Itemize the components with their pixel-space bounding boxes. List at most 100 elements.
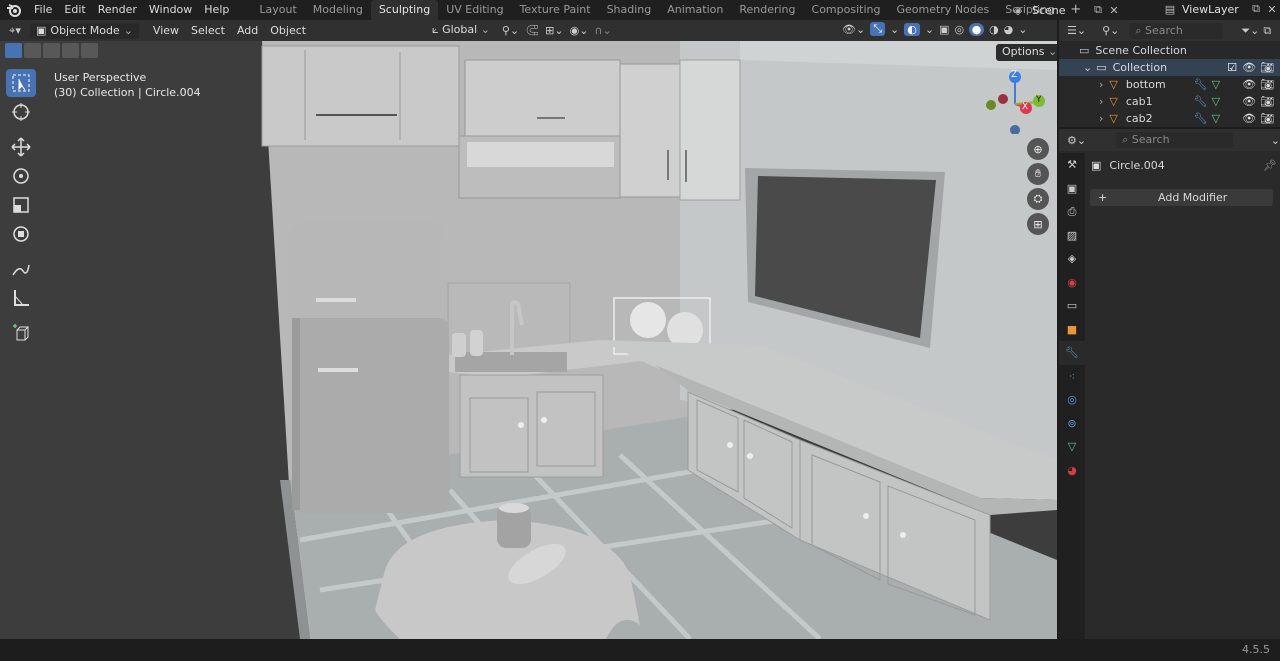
camera-icon[interactable]: 📷︎ [1260, 61, 1274, 74]
navigation-gizmo[interactable]: Z X Y [982, 68, 1048, 135]
tab-geometry-nodes[interactable]: Geometry Nodes [888, 0, 997, 20]
xray-icon[interactable]: ▣ [939, 23, 949, 36]
snap-icon[interactable]: 🧲︎ [525, 24, 539, 37]
menu-edit[interactable]: Edit [58, 0, 91, 20]
tab-tool[interactable]: ⚒ [1059, 153, 1085, 177]
eye-icon[interactable]: 👁︎ [1242, 95, 1256, 108]
gizmo-toggle-icon[interactable]: ⤡ [870, 22, 885, 36]
expand-arrow-icon[interactable]: ⌄ [1083, 61, 1092, 74]
tab-layout[interactable]: Layout [251, 0, 304, 20]
tab-collection[interactable]: ▭ [1059, 294, 1085, 318]
shading-menu-icon[interactable]: ⌄ [1018, 23, 1027, 36]
outliner-item[interactable]: › ▽ bottom 🔧︎ ▽ 👁︎ 📷︎ [1059, 76, 1280, 93]
new-view-layer-icon[interactable]: ⧉ [1248, 2, 1264, 16]
expand-arrow-icon[interactable]: › [1099, 112, 1103, 125]
overlay-menu-icon[interactable]: ⌄ [925, 23, 934, 36]
cursor-tool[interactable] [6, 98, 36, 126]
shading-solid-icon[interactable]: ● [969, 22, 985, 36]
tab-scene[interactable]: ◈ [1059, 247, 1085, 271]
tab-render[interactable]: ▣ [1059, 177, 1085, 201]
scale-tool[interactable] [6, 191, 36, 219]
outliner-scene-collection[interactable]: ▭ Scene Collection [1059, 42, 1280, 59]
menu-view[interactable]: View [147, 21, 185, 41]
tab-object[interactable]: ■ [1059, 318, 1085, 342]
menu-window[interactable]: Window [143, 0, 198, 20]
properties-editor-icon[interactable]: ⚙⌄ [1067, 134, 1086, 147]
3d-viewport[interactable]: User Perspective (30) Collection | Circl… [0, 41, 1057, 639]
select-box-tool[interactable] [6, 69, 36, 97]
outliner-item[interactable]: › ▽ cab1 🔧︎ ▽ 👁︎ 📷︎ [1059, 93, 1280, 110]
add-cube-tool[interactable] [6, 319, 36, 347]
view-layer-name[interactable]: ViewLayer [1178, 3, 1248, 16]
filter-icon[interactable]: ⏷⌄ [1241, 24, 1259, 38]
ortho-toggle-button[interactable]: ⊞ [1027, 213, 1049, 235]
tab-rendering[interactable]: Rendering [731, 0, 803, 20]
select-invert-icon[interactable] [81, 43, 98, 58]
new-collection-icon[interactable]: ⧉ [1263, 24, 1271, 38]
select-extend-icon[interactable] [24, 43, 41, 58]
measure-tool[interactable] [6, 284, 36, 312]
outliner-collection[interactable]: ⌄ ▭ Collection ☑ 👁︎ 📷︎ [1059, 59, 1280, 76]
visibility-icon[interactable]: 👁︎⌄ [842, 23, 865, 36]
tab-world[interactable]: ◉ [1059, 271, 1085, 295]
tab-compositing[interactable]: Compositing [804, 0, 889, 20]
snap-increment-icon[interactable]: ⊞⌄ [545, 24, 563, 37]
add-modifier-button[interactable]: + Add Modifier [1090, 189, 1273, 206]
pin-icon[interactable]: 📌︎ [1263, 159, 1277, 172]
transform-orientation-select[interactable]: ⟀ Global ⌄ [426, 22, 496, 38]
shading-material-icon[interactable]: ◑ [989, 23, 999, 36]
tab-modifiers[interactable]: 🔧︎ [1059, 341, 1085, 365]
eye-icon[interactable]: 👁︎ [1242, 112, 1256, 125]
annotate-tool[interactable] [6, 255, 36, 283]
pivot-icon[interactable]: ⚲⌄ [502, 24, 519, 37]
new-scene-icon[interactable]: ⧉ [1090, 3, 1106, 17]
tab-animation[interactable]: Animation [659, 0, 731, 20]
editor-type-icon[interactable]: ⌖▾ [0, 24, 30, 38]
rotate-tool[interactable] [6, 162, 36, 190]
tab-sculpting[interactable]: Sculpting [370, 0, 439, 20]
proportional-edit-icon[interactable]: ◉⌄ [570, 24, 589, 37]
select-intersect-icon[interactable] [62, 43, 79, 58]
move-tool[interactable] [6, 133, 36, 161]
tab-modeling[interactable]: Modeling [305, 0, 371, 20]
tab-shading[interactable]: Shading [599, 0, 660, 20]
falloff-icon[interactable]: ∩⌄ [594, 24, 611, 37]
overlay-toggle-icon[interactable]: ◐ [904, 22, 920, 36]
menu-help[interactable]: Help [198, 0, 235, 20]
menu-add[interactable]: Add [231, 21, 264, 41]
shading-rendered-icon[interactable]: ◕ [1004, 23, 1014, 36]
camera-icon[interactable]: 📷︎ [1260, 78, 1274, 91]
delete-scene-icon[interactable]: ✕ [1106, 4, 1122, 17]
tab-uv-editing[interactable]: UV Editing [438, 0, 511, 20]
camera-view-button[interactable]: ⛭ [1027, 188, 1049, 210]
transform-tool[interactable] [6, 220, 36, 248]
menu-object[interactable]: Object [264, 21, 312, 41]
properties-search-input[interactable]: ⌕ Search [1116, 132, 1233, 148]
blender-logo-icon[interactable] [0, 0, 28, 20]
tab-data[interactable]: ▽ [1059, 435, 1085, 459]
delete-view-layer-icon[interactable]: ✕ [1264, 3, 1280, 16]
outliner-item[interactable]: › ▽ cab2 🔧︎ ▽ 👁︎ 📷︎ [1059, 110, 1280, 127]
display-mode-icon[interactable]: ⚲⌄ [1102, 24, 1119, 37]
menu-select[interactable]: Select [185, 21, 231, 41]
menu-file[interactable]: File [28, 0, 58, 20]
tab-physics[interactable]: ◎ [1059, 388, 1085, 412]
pan-button[interactable]: ✋︎ [1027, 163, 1049, 185]
camera-icon[interactable]: 📷︎ [1260, 95, 1274, 108]
outliner-search-input[interactable]: ⌕ Search [1129, 22, 1224, 39]
tab-constraints[interactable]: ⊚ [1059, 412, 1085, 436]
tab-view-layer[interactable]: ▨ [1059, 224, 1085, 248]
tab-output[interactable]: ⎙ [1059, 200, 1085, 224]
outliner-editor-icon[interactable]: ☰⌄ [1067, 24, 1086, 37]
tab-particles[interactable]: ⁖ [1059, 365, 1085, 389]
eye-icon[interactable]: 👁︎ [1242, 61, 1256, 74]
camera-icon[interactable]: 📷︎ [1260, 112, 1274, 125]
select-subtract-icon[interactable] [43, 43, 60, 58]
eye-icon[interactable]: 👁︎ [1242, 78, 1256, 91]
expand-arrow-icon[interactable]: › [1099, 95, 1103, 108]
expand-arrow-icon[interactable]: › [1099, 78, 1103, 91]
options-dropdown[interactable]: Options ⌄ [996, 44, 1057, 61]
scene-name[interactable]: Scene [1026, 4, 1090, 17]
select-new-icon[interactable] [5, 43, 22, 58]
tab-material[interactable]: ◕ [1059, 459, 1085, 483]
